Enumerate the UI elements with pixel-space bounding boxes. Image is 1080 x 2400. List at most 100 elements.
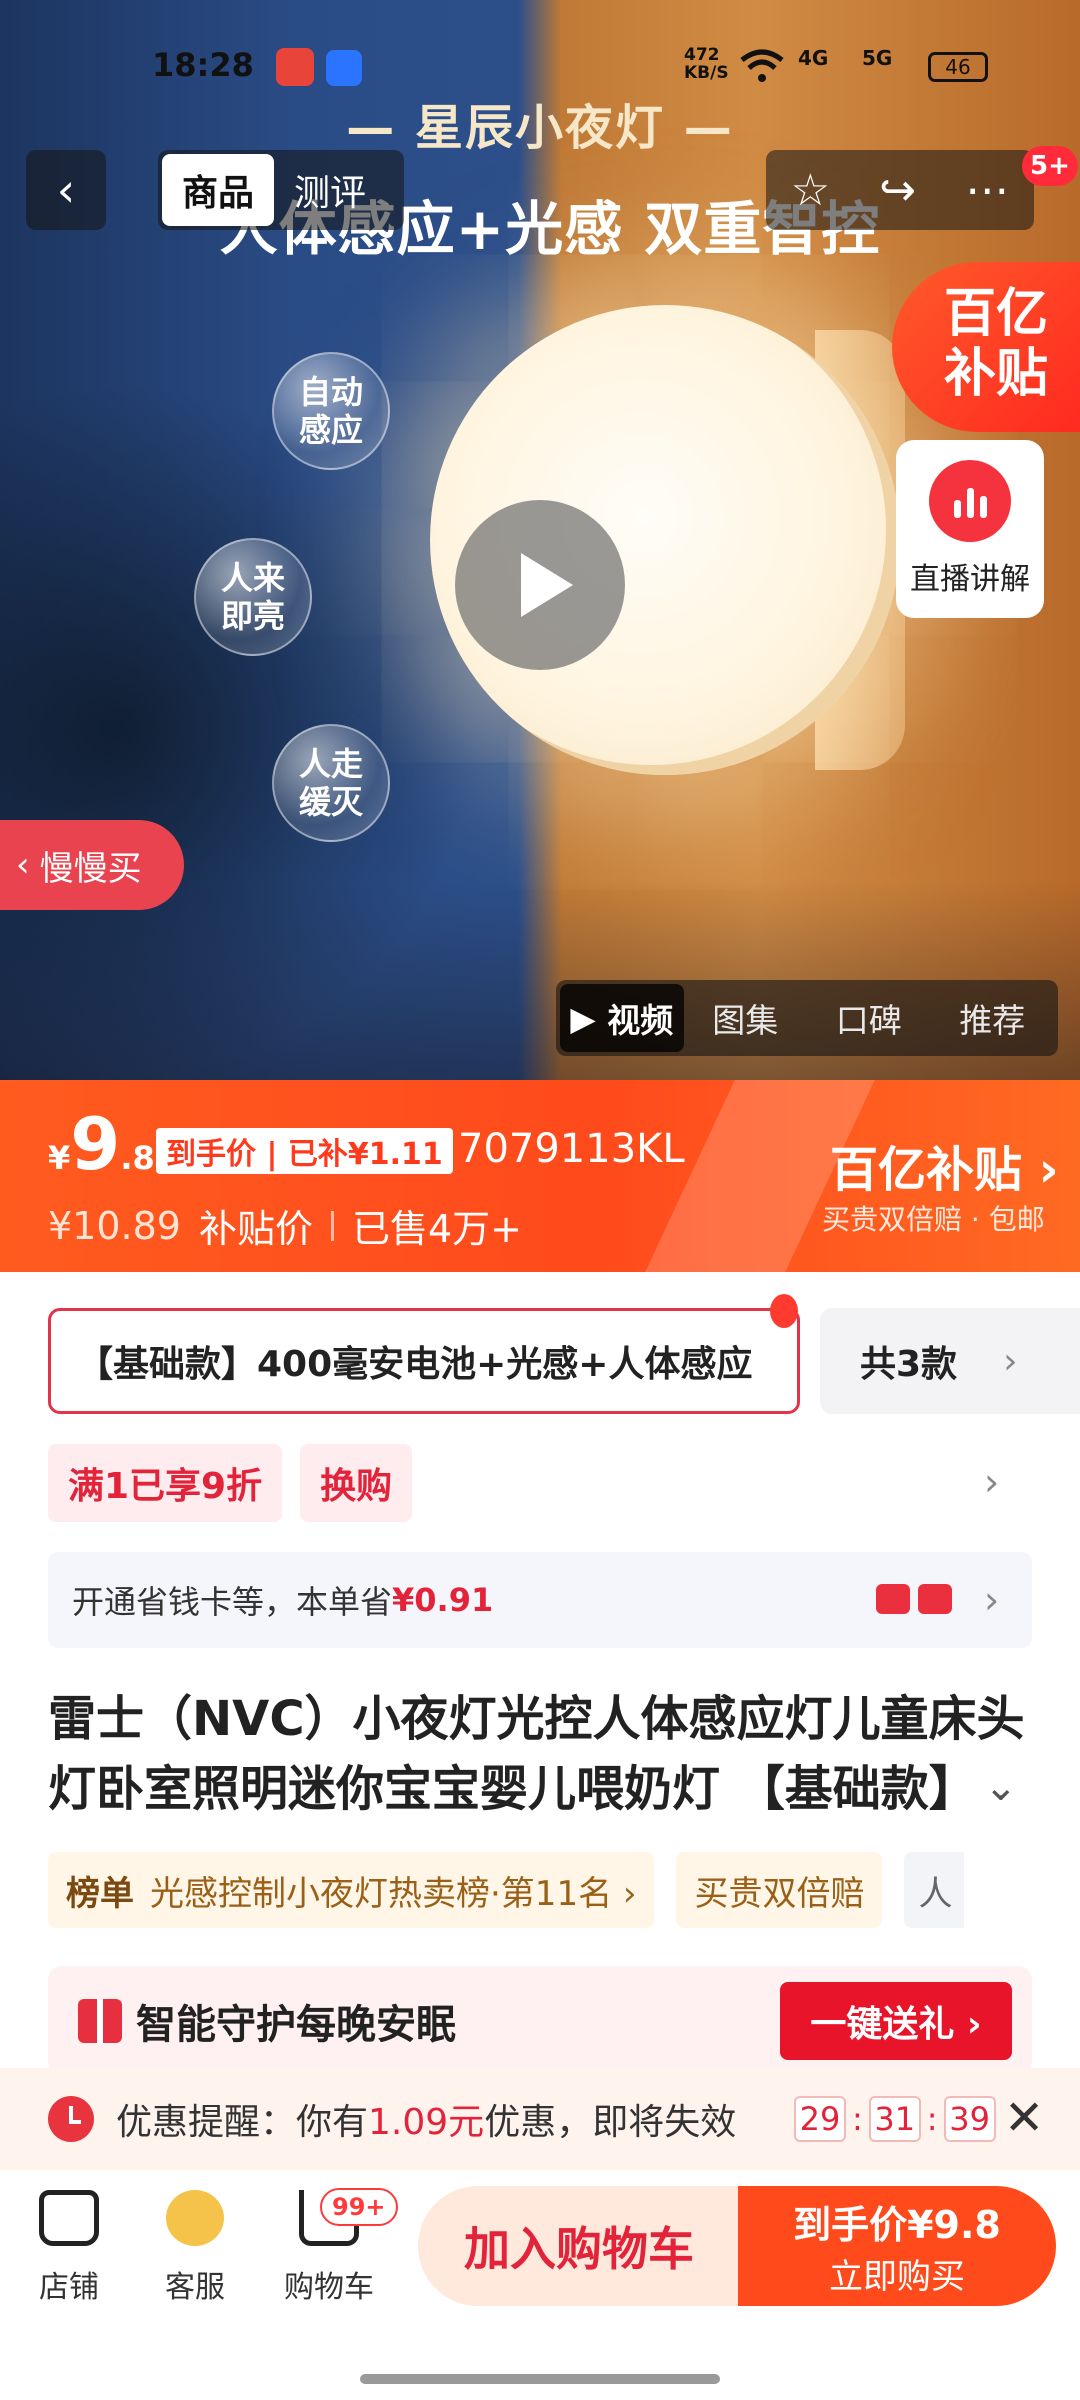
tab-review[interactable]: 测评	[274, 154, 386, 226]
price-code: 7079113KL	[458, 1126, 685, 1172]
gift-icon	[78, 1999, 122, 2043]
store-icon	[39, 2190, 99, 2246]
bottom-action-bar: 店铺 客服 购物车 99+ 加入购物车 到手价¥9.8 立即购买	[0, 2170, 1080, 2400]
price-bar: ¥ 9 .8 到手价 | 已补¥1.11 7079113KL ¥10.89 补贴…	[0, 1080, 1080, 1272]
promo-discount[interactable]: 满1已享9折	[48, 1444, 283, 1522]
rank-row: 榜单 光感控制小夜灯热卖榜·第11名 › 买贵双倍赔 人	[48, 1852, 965, 1928]
customer-service-button[interactable]: 客服	[140, 2190, 250, 2306]
countdown-timer: 29: 31: 39	[794, 2096, 996, 2142]
original-price: ¥10.89	[48, 1203, 181, 1248]
subsidy-logo[interactable]: 百亿补贴 ›	[830, 1130, 1059, 1200]
message-badge: 5+	[1022, 146, 1078, 186]
service-icon	[166, 2190, 224, 2246]
price-integer: 9	[70, 1102, 121, 1186]
timer-seconds: 39	[943, 2096, 996, 2142]
battery-icon: 46	[928, 52, 988, 82]
share-icon[interactable]: ↪	[879, 165, 916, 216]
buy-now-button[interactable]: 到手价¥9.8 立即购买	[738, 2186, 1056, 2306]
rank-label: 榜单	[66, 1873, 134, 1914]
price-currency: ¥	[48, 1139, 71, 1177]
spec-count[interactable]: 共3款 ›	[820, 1308, 1080, 1414]
saving-text: 开通省钱卡等，本单省	[72, 1583, 393, 1621]
chevron-right-icon: ›	[1003, 1340, 1018, 1382]
price-main: ¥ 9 .8	[48, 1108, 155, 1180]
more-icon[interactable]: ⋯	[965, 165, 1009, 216]
chevron-right-icon[interactable]: ›	[984, 1460, 999, 1504]
media-tab-gallery[interactable]: 图集	[684, 984, 808, 1052]
price-sub-row: ¥10.89 补贴价 已售4万+	[48, 1198, 522, 1253]
promo-row: 满1已享9折 换购	[48, 1444, 413, 1522]
live-explain-button[interactable]: 直播讲解	[896, 440, 1044, 618]
tab-product[interactable]: 商品	[162, 154, 275, 226]
app-icon-1	[276, 48, 314, 86]
hot-drop-icon	[770, 1294, 798, 1328]
shop-label: 店铺	[39, 2270, 99, 2305]
chevron-left-icon: ‹	[16, 845, 30, 885]
top-actions: ☆ ↪ ⋯	[766, 150, 1034, 230]
coupon-icons	[876, 1584, 952, 1614]
favorite-star-icon[interactable]: ☆	[791, 165, 830, 216]
subsidy-corner-logo[interactable]: 百亿 补贴	[892, 262, 1080, 432]
media-tabs: ▶ 视频 图集 口碑 推荐	[556, 980, 1058, 1056]
feature-bubble-off: 人走 缓灭	[272, 724, 390, 842]
rank-text: 光感控制小夜灯热卖榜·第11名 ›	[150, 1873, 637, 1914]
wifi-icon	[740, 48, 784, 84]
live-icon	[929, 460, 1011, 542]
buy-price: 到手价¥9.8	[793, 2203, 1001, 2247]
slow-buy-label: 慢慢买	[39, 848, 142, 889]
chevron-right-icon: ›	[984, 1578, 1000, 1622]
product-hero-image[interactable]: — 星辰小夜灯 — 人体感应+光感 双重智控 自动 感应 人来 即亮 人走 缓灭…	[0, 0, 1080, 1080]
cart-label: 购物车	[284, 2270, 374, 2305]
status-time: 18:28	[152, 46, 254, 84]
media-tab-reviews[interactable]: 口碑	[807, 984, 931, 1052]
play-video-button[interactable]	[455, 500, 625, 670]
back-button[interactable]: ‹	[26, 150, 106, 230]
product-title: 雷士（NVC）小夜灯光控人体感应灯儿童床头灯卧室照明迷你宝宝婴儿喂奶灯 【基础款…	[48, 1691, 1025, 1817]
card-icon	[918, 1584, 952, 1614]
play-icon	[521, 553, 573, 617]
reminder-amount: 1.09元	[368, 2102, 485, 2143]
reminder-suffix: 优惠，即将失效	[484, 2102, 737, 2143]
spec-selector[interactable]: 【基础款】400毫安电池+光感+人体感应	[48, 1308, 800, 1414]
rank-badge[interactable]: 榜单 光感控制小夜灯热卖榜·第11名 ›	[48, 1852, 655, 1928]
subsidy-subtitle: 买贵双倍赔 · 包邮	[822, 1203, 1045, 1236]
more-tag[interactable]: 人	[904, 1852, 965, 1928]
hero-title-small: — 星辰小夜灯 —	[346, 100, 734, 156]
saving-amount: ¥0.91	[392, 1581, 494, 1619]
signal-4g-icon: 4G	[798, 46, 829, 70]
spec-count-label: 共3款	[860, 1344, 958, 1385]
coupon-icon	[876, 1584, 910, 1614]
chevron-down-icon[interactable]: ⌄	[984, 1764, 1018, 1810]
buy-label: 立即购买	[829, 2257, 965, 2297]
send-gift-button[interactable]: 一键送礼 ›	[780, 1982, 1012, 2060]
chevron-left-icon: ‹	[56, 163, 76, 217]
feature-bubble-on: 人来 即亮	[194, 538, 312, 656]
top-tabs: 商品 测评	[158, 150, 404, 230]
reminder-prefix: 优惠提醒：你有	[116, 2102, 369, 2143]
timer-minutes: 31	[868, 2096, 921, 2142]
promo-exchange[interactable]: 换购	[300, 1444, 413, 1522]
double-compensation-tag[interactable]: 买贵双倍赔	[676, 1852, 883, 1928]
feature-bubble-auto: 自动 感应	[272, 352, 390, 470]
shop-button[interactable]: 店铺	[14, 2190, 124, 2306]
price-decimal: .8	[120, 1139, 155, 1177]
final-price-tag: 到手价 | 已补¥1.11	[156, 1128, 453, 1174]
sold-count: 已售4万+	[351, 1207, 523, 1251]
media-tab-video[interactable]: ▶ 视频	[560, 984, 684, 1052]
net-speed: 472 KB/S	[684, 45, 729, 83]
clock-icon	[48, 2096, 94, 2142]
signal-5g-icon: 5G	[862, 46, 893, 70]
divider	[330, 1210, 334, 1241]
media-tab-recommend[interactable]: 推荐	[931, 984, 1055, 1052]
add-to-cart-button[interactable]: 加入购物车	[418, 2186, 740, 2306]
service-label: 客服	[165, 2270, 225, 2305]
timer-hours: 29	[794, 2096, 846, 2142]
close-icon[interactable]: ✕	[1004, 2090, 1044, 2146]
gift-text: 智能守护每晚安眠	[136, 2002, 456, 2048]
subsidy-price-label: 补贴价	[198, 1207, 313, 1251]
slow-buy-button[interactable]: ‹ 慢慢买	[0, 820, 184, 910]
app-icon-2	[326, 50, 362, 86]
live-label: 直播讲解	[910, 562, 1030, 597]
home-indicator[interactable]	[360, 2374, 720, 2384]
cart-badge: 99+	[320, 2188, 398, 2226]
